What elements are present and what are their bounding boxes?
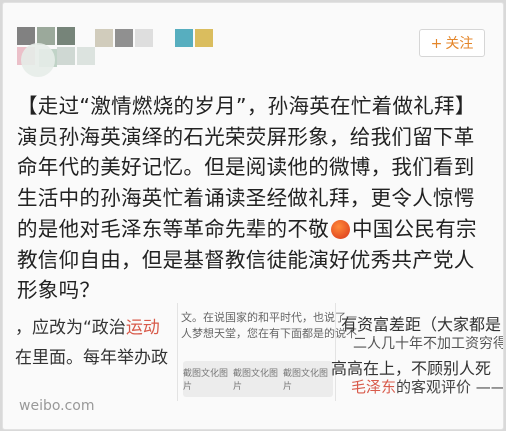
mosaic-pixel — [195, 29, 213, 47]
post-line: 形象吗？ — [17, 278, 101, 303]
weibo-watermark: weibo.com — [19, 398, 95, 414]
avatar[interactable] — [21, 43, 55, 77]
plus-icon: + — [430, 36, 443, 52]
mosaic-pixel — [135, 29, 153, 47]
post-text: 【走过“激情燃烧的岁月”，孙海英在忙着做礼拜】 演员孙海英演绎的石光荣荧屏形象，… — [17, 91, 499, 306]
mini-label: 截图文化图片 — [233, 369, 279, 392]
post-line: 生活中的孙海英忙着诵读圣经做礼拜，更令人惊愕 — [17, 186, 475, 211]
post-line: 演员孙海英演绎的石光荣荧屏形象，给我们留下革 — [17, 124, 475, 149]
screenshot-text: 在里面。每年举办政 — [15, 348, 168, 368]
screenshot-text: 毛泽东的客观评价 —— — [351, 378, 504, 396]
post-line: 【走过“激情燃烧的岁月”，孙海英在忙着做礼拜】 — [17, 94, 476, 118]
mosaic-pixel — [57, 27, 75, 45]
follow-label: 关注 — [445, 36, 474, 52]
follow-button[interactable]: + 关注 — [419, 29, 485, 57]
post-line: 命年代的美好记忆。但是阅读他的微博，我们看到 — [17, 155, 475, 180]
mosaic-pixel — [57, 47, 75, 65]
screenshot-text: 文。在说国家的和平时代，也说了一 — [181, 311, 357, 324]
mosaic-pixel — [77, 47, 95, 65]
angry-face-icon — [331, 219, 350, 239]
mosaic-pixel — [17, 27, 35, 45]
post-line-segment: 中国公民有宗 — [352, 216, 477, 241]
screenshot-text: 有资富差距（大家都是 — [341, 315, 502, 334]
image-collage[interactable]: ，应改为“政治运动 在里面。每年举办政 文。在说国家的和平时代，也说了一 人梦想… — [13, 303, 504, 403]
screenshot-text: ，应改为“政治运动 — [15, 318, 160, 338]
mosaic-pixel — [95, 29, 113, 47]
screenshot-text: 二人几十年不加工资穷得 — [353, 336, 504, 352]
screenshot-text: 人梦想天堂，您在有下面都是的说不 — [181, 327, 357, 340]
post-line-segment: 的是他对毛泽东等革命先辈的不敬 — [17, 216, 329, 241]
embedded-image-card: 截图文化图片 截图文化图片 截图文化图片 — [183, 361, 333, 397]
mini-label: 截图文化图片 — [283, 369, 329, 392]
weibo-post-card: + 关注 【走过“激情燃烧的岁月”，孙海英在忙着做礼拜】 演员孙海英演绎的石光荣荧… — [2, 2, 504, 430]
mosaic-pixel — [175, 29, 193, 47]
mosaic-pixel — [115, 29, 133, 47]
post-line: 的是他对毛泽东等革命先辈的不敬 中国公民有宗 — [17, 214, 499, 245]
mini-label: 截图文化图片 — [183, 369, 229, 392]
post-line: 教信仰自由，但是基督教信徒能演好优秀共产党人 — [17, 247, 475, 272]
divider — [177, 303, 178, 401]
